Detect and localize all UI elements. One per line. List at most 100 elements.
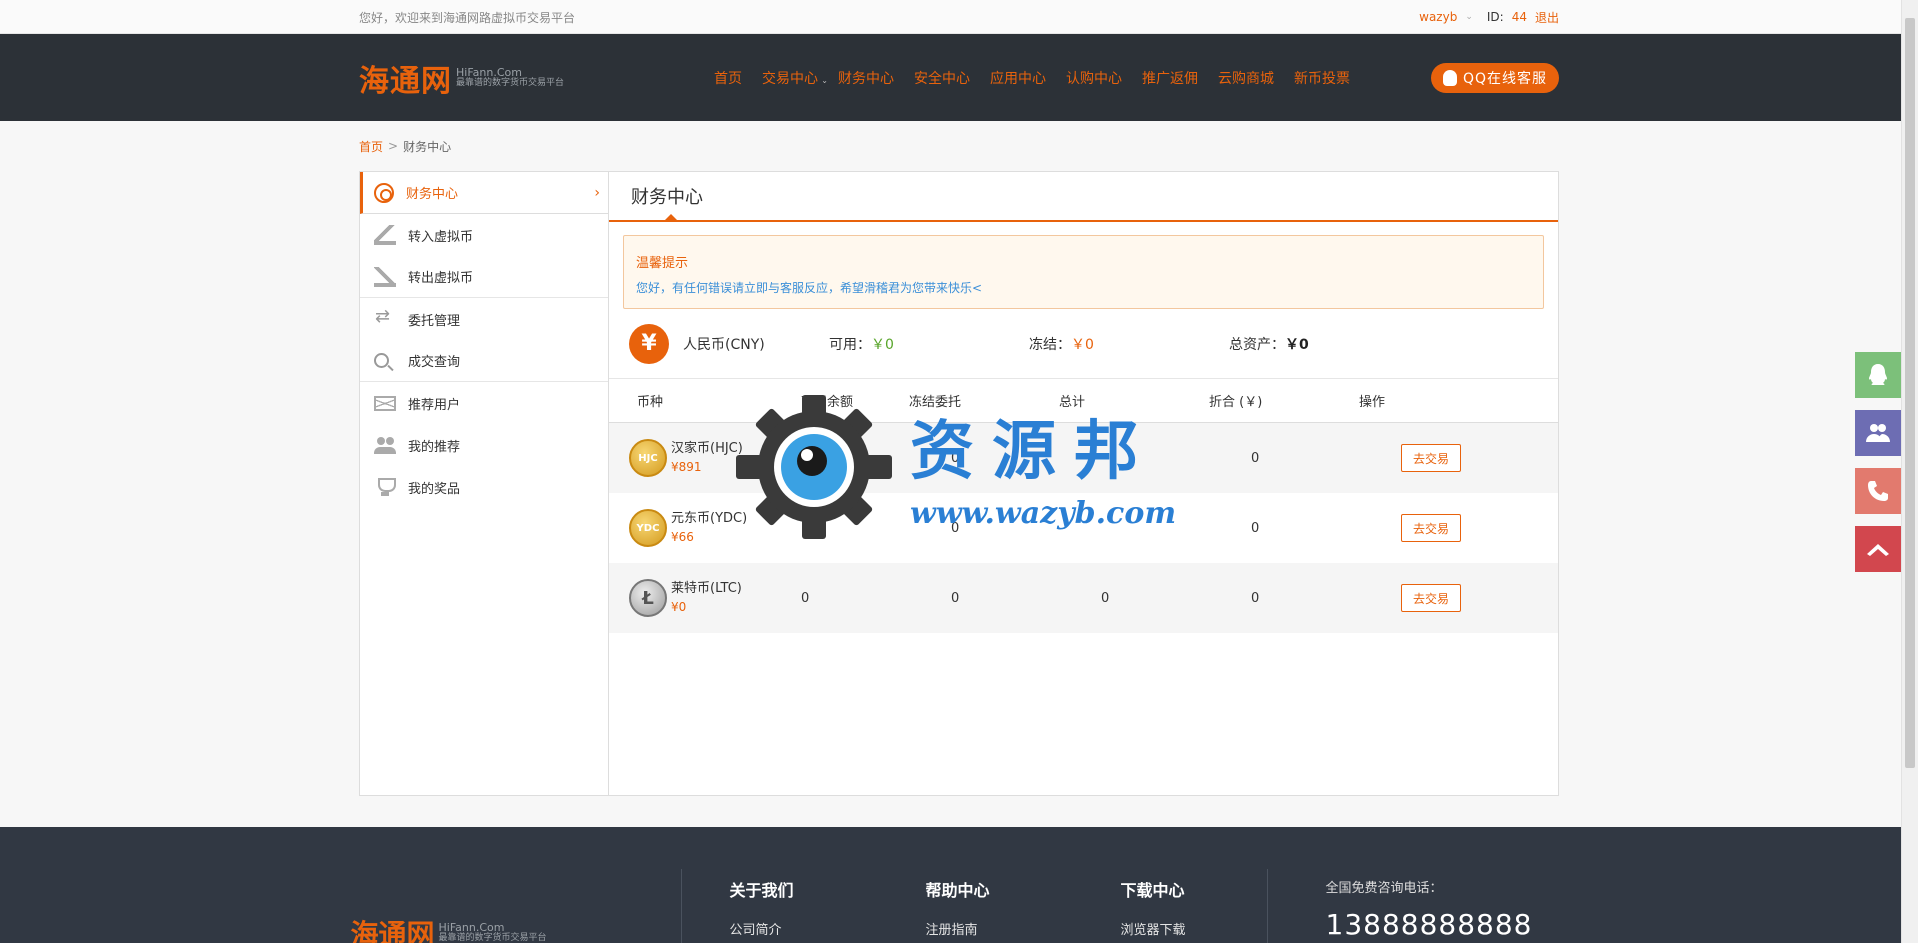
cell-available: 0 xyxy=(801,590,810,606)
footer-divider xyxy=(680,869,682,943)
footer-link-company[interactable]: 公司简介 xyxy=(730,919,794,938)
sidebar-item-refer-users[interactable]: 推荐用户 xyxy=(360,382,608,424)
notice-text: 您好，有任何错误请立即与客服反应，希望滑稽君为您带来快乐< xyxy=(636,281,983,295)
top-bar: 您好，欢迎来到海通网路虚拟币交易平台 wazyb ⌄ ID: 44 退出 xyxy=(0,0,1918,34)
sidebar-item-finance-center[interactable]: 财务中心 › xyxy=(360,172,608,214)
nav-security-center[interactable]: 安全中心 xyxy=(904,68,980,88)
footer-link-browser-download[interactable]: 浏览器下载 xyxy=(1121,919,1186,938)
table-row: YDC 元东币(YDC) ¥66 0 0 去交易 xyxy=(609,493,1558,563)
nav-cloud-mall[interactable]: 云购商城 xyxy=(1208,68,1284,88)
nav-subscription-center[interactable]: 认购中心 xyxy=(1056,68,1132,88)
chevron-down-icon: ⌄ xyxy=(821,75,828,85)
trade-button[interactable]: 去交易 xyxy=(1401,514,1461,542)
sidebar-item-deposit[interactable]: 转入虚拟币 xyxy=(360,214,608,256)
coin-price: ¥0 xyxy=(671,600,687,614)
sidebar-item-my-prizes[interactable]: 我的奖品 xyxy=(360,466,608,508)
logo-domain: HiFann.Com xyxy=(456,65,522,79)
welcome-text: 您好，欢迎来到海通网路虚拟币交易平台 xyxy=(359,10,576,25)
cell-frozen: 0 xyxy=(951,520,960,536)
username-link[interactable]: wazyb xyxy=(1419,10,1457,24)
coin-name: 汉家币(HJC) xyxy=(671,441,743,456)
header-currency: 币种 xyxy=(637,395,664,410)
sidebar-item-trade-history[interactable]: 成交查询 xyxy=(360,340,608,382)
float-back-to-top-button[interactable] xyxy=(1855,526,1901,572)
site-logo[interactable]: 海通网 HiFann.Com 最靠谱的数字货币交易平台 xyxy=(359,56,704,100)
footer-logo[interactable]: 海通网 HiFann.Com 最靠谱的数字货币交易平台 xyxy=(351,913,547,943)
breadcrumb: 首页 > 财务中心 xyxy=(359,121,1559,171)
hotline-label: 全国免费咨询电话： xyxy=(1325,881,1443,896)
nav-finance-center[interactable]: 财务中心 xyxy=(828,68,904,88)
search-icon xyxy=(374,353,389,368)
logo-text: 海通网 xyxy=(359,63,452,99)
header-available: 可用余额 xyxy=(801,395,854,410)
footer-link-register-guide[interactable]: 注册指南 xyxy=(926,919,990,938)
cell-equiv: 0 xyxy=(1251,590,1260,606)
nav-app-center[interactable]: 应用中心 xyxy=(980,68,1056,88)
qq-icon xyxy=(1869,364,1887,385)
notice-box: 温馨提示 您好，有任何错误请立即与客服反应，希望滑稽君为您带来快乐< xyxy=(623,235,1544,309)
logout-link[interactable]: 退出 xyxy=(1535,9,1559,26)
hjc-coin-icon: HJC xyxy=(629,439,667,477)
cell-equiv: 0 xyxy=(1251,450,1260,466)
coin-name: 莱特币(LTC) xyxy=(671,581,742,596)
header-total: 总计 xyxy=(1059,395,1086,410)
sidebar-item-my-referrals[interactable]: 我的推荐 xyxy=(360,424,608,466)
coin-price: ¥891 xyxy=(671,460,702,474)
breadcrumb-home[interactable]: 首页 xyxy=(359,138,383,155)
notice-title: 温馨提示 xyxy=(636,256,689,271)
transfer-in-icon xyxy=(374,225,396,245)
nav-referral-rebate[interactable]: 推广返佣 xyxy=(1132,68,1208,88)
coins-icon xyxy=(374,182,394,203)
float-phone-button[interactable] xyxy=(1855,468,1901,514)
swap-icon xyxy=(374,306,396,329)
qq-icon xyxy=(1442,69,1457,86)
cny-available: 可用：￥0 xyxy=(829,336,894,353)
cny-name: 人民币(CNY) xyxy=(683,336,765,353)
user-info: wazyb ⌄ ID: 44 退出 xyxy=(1419,9,1559,26)
cell-total: 0 xyxy=(1101,590,1110,606)
chevron-up-icon xyxy=(1867,544,1889,556)
main-nav: 首页 交易中心 ⌄ 财务中心 安全中心 应用中心 认购中心 推广返佣 云购商城 新… xyxy=(704,68,1360,88)
breadcrumb-current: 财务中心 xyxy=(403,139,452,154)
scrollbar-thumb[interactable] xyxy=(1905,18,1915,768)
chevron-down-icon[interactable]: ⌄ xyxy=(1465,12,1473,22)
main-panel: 财务中心 › 转入虚拟币 转出虚拟币 委托管理 成交查询 推荐用户 xyxy=(359,171,1559,796)
cell-frozen: 0 xyxy=(951,450,960,466)
sidebar-item-withdraw[interactable]: 转出虚拟币 xyxy=(360,256,608,298)
vertical-scrollbar[interactable] xyxy=(1901,0,1918,943)
id-value: 44 xyxy=(1511,10,1527,24)
transfer-out-icon xyxy=(374,266,396,287)
header-frozen: 冻结委托 xyxy=(909,395,962,410)
float-customer-service-button[interactable] xyxy=(1855,410,1901,456)
nav-trade-center[interactable]: 交易中心 ⌄ xyxy=(752,68,828,88)
sidebar-item-orders[interactable]: 委托管理 xyxy=(360,298,608,340)
table-row: HJC 汉家币(HJC) ¥891 0 0 去交易 xyxy=(609,423,1558,493)
page-title: 财务中心 xyxy=(609,172,1558,222)
header-action: 操作 xyxy=(1359,395,1386,410)
qq-service-button[interactable]: QQ在线客服 xyxy=(1430,62,1559,93)
hotline-number: 13888888888 xyxy=(1325,908,1533,941)
nav-new-coin-vote[interactable]: 新币投票 xyxy=(1284,68,1360,88)
mail-icon xyxy=(374,395,396,411)
nav-home[interactable]: 首页 xyxy=(704,68,752,88)
ydc-coin-icon: YDC xyxy=(629,509,667,547)
trade-button[interactable]: 去交易 xyxy=(1401,444,1461,472)
cny-summary: ¥ 人民币(CNY) 可用：￥0 冻结：￥0 总资产：￥0 xyxy=(609,309,1558,379)
coin-price: ¥66 xyxy=(671,530,694,544)
footer-col-help: 帮助中心 注册指南 xyxy=(926,877,990,938)
users-icon xyxy=(1866,424,1890,442)
phone-icon xyxy=(1868,481,1888,501)
cny-total: 总资产：￥0 xyxy=(1229,336,1309,353)
footer-heading: 帮助中心 xyxy=(925,881,990,900)
footer-divider xyxy=(1266,869,1268,943)
footer-col-about: 关于我们 公司简介 xyxy=(730,877,794,938)
users-icon xyxy=(374,435,396,455)
trade-button[interactable]: 去交易 xyxy=(1401,584,1461,612)
float-qq-button[interactable] xyxy=(1855,352,1901,398)
cny-frozen: 冻结：￥0 xyxy=(1029,336,1094,353)
breadcrumb-separator: > xyxy=(388,139,399,153)
trophy-icon xyxy=(374,477,396,497)
footer-heading: 关于我们 xyxy=(729,881,794,900)
cell-equiv: 0 xyxy=(1251,520,1260,536)
yen-icon: ¥ xyxy=(629,323,669,364)
